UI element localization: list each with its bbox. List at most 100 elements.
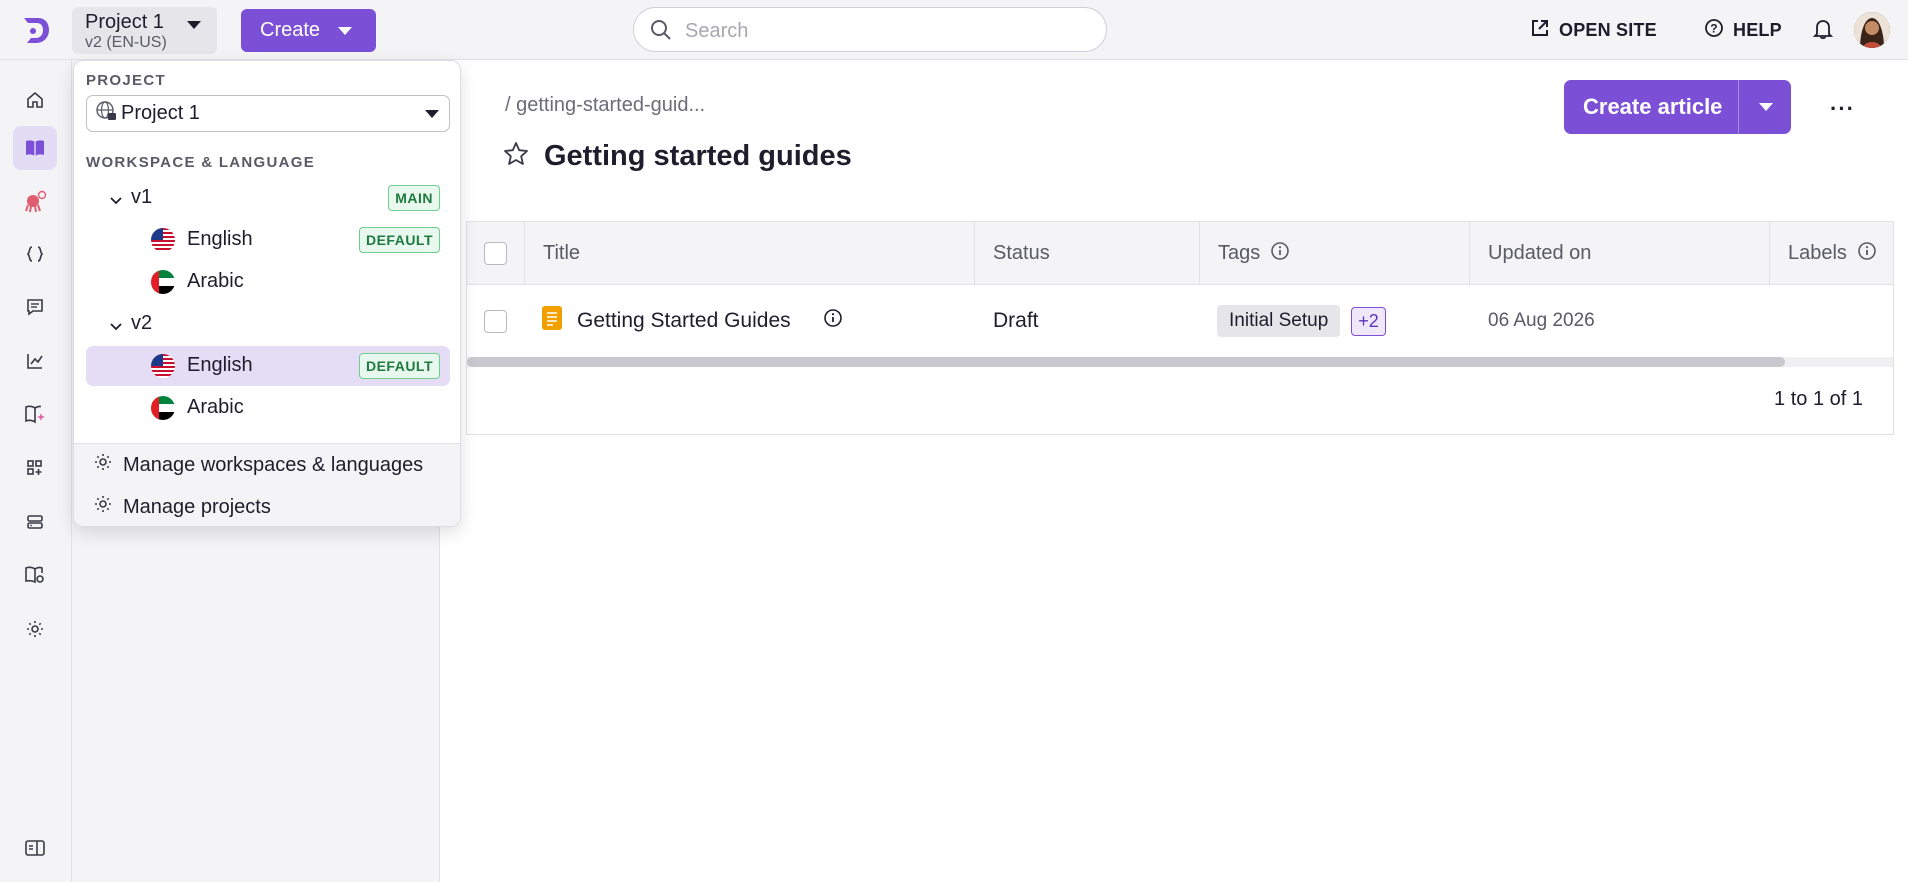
- project-select[interactable]: Project 1: [86, 95, 450, 132]
- app-logo-icon[interactable]: [18, 14, 52, 46]
- language-label: English: [187, 354, 253, 376]
- manage-workspaces-label: Manage workspaces & languages: [123, 453, 424, 476]
- chevron-down-icon[interactable]: [109, 193, 123, 211]
- row-updated-date: 06 Aug 2026: [1488, 310, 1595, 331]
- collapse-sidebar-icon[interactable]: [13, 826, 57, 870]
- gear-icon: [93, 452, 113, 478]
- row-tags-cell: Initial Setup +2: [1217, 285, 1386, 357]
- caret-down-icon: [187, 21, 201, 29]
- row-title-cell[interactable]: Getting Started Guides: [541, 285, 843, 357]
- language-label: Arabic: [187, 270, 244, 292]
- external-link-icon: [1530, 18, 1550, 43]
- notification-bell-icon[interactable]: [1812, 18, 1834, 45]
- us-flag-icon: [151, 228, 175, 252]
- language-label: English: [187, 228, 253, 250]
- ai-book-icon[interactable]: [13, 392, 57, 436]
- octopus-ai-icon[interactable]: [13, 180, 57, 224]
- help-icon: ?: [1704, 18, 1724, 43]
- api-braces-icon[interactable]: [13, 232, 57, 276]
- page-title: Getting started guides: [544, 140, 852, 172]
- create-article-label: Create article: [1583, 94, 1723, 119]
- globe-lock-icon: [95, 100, 117, 128]
- select-all-checkbox[interactable]: [484, 242, 507, 265]
- star-icon[interactable]: [502, 140, 530, 173]
- workspace-label: v1: [131, 186, 153, 208]
- svg-text:?: ?: [1710, 22, 1718, 36]
- caret-down-icon[interactable]: [1759, 103, 1773, 111]
- project-select-value: Project 1: [121, 102, 200, 124]
- project-workspace-dropdown: PROJECT Project 1 WORKSPACE & LANGUAGE v…: [73, 60, 461, 527]
- more-options-icon[interactable]: ···: [1830, 96, 1855, 122]
- column-header-title[interactable]: Title: [525, 222, 975, 285]
- gear-icon: [93, 494, 113, 520]
- horizontal-scrollbar[interactable]: [467, 357, 1893, 367]
- more-tags-chip[interactable]: +2: [1351, 306, 1386, 336]
- manage-projects-button[interactable]: Manage projects: [93, 494, 271, 520]
- row-title[interactable]: Getting Started Guides: [577, 309, 791, 333]
- column-updated-label: Updated on: [1488, 242, 1592, 264]
- column-labels-label: Labels: [1788, 242, 1847, 264]
- help-link[interactable]: ? HELP: [1704, 18, 1782, 43]
- create-button-label: Create: [260, 19, 321, 41]
- language-item-v1-arabic[interactable]: Arabic: [86, 262, 450, 302]
- language-item-v2-english[interactable]: English DEFAULT: [86, 346, 450, 386]
- project-switcher[interactable]: Project 1 v2 (EN-US): [72, 7, 217, 54]
- search-input[interactable]: Search: [633, 7, 1107, 52]
- workspace-label: v2: [131, 312, 153, 334]
- feedback-chat-icon[interactable]: [13, 285, 57, 329]
- info-icon[interactable]: [823, 308, 843, 334]
- uae-flag-icon: [151, 396, 175, 420]
- manage-workspaces-button[interactable]: Manage workspaces & languages: [93, 452, 423, 478]
- settings-gear-icon[interactable]: [13, 607, 57, 651]
- caret-down-icon: [425, 110, 439, 118]
- uae-flag-icon: [151, 270, 175, 294]
- language-item-v1-english[interactable]: English DEFAULT: [86, 220, 450, 260]
- column-header-updated[interactable]: Updated on: [1470, 222, 1770, 285]
- row-checkbox[interactable]: [484, 309, 507, 333]
- workspace-item-v1[interactable]: v1 MAIN: [86, 178, 450, 218]
- column-header-status[interactable]: Status: [975, 222, 1200, 285]
- scrollbar-thumb[interactable]: [467, 357, 1785, 367]
- home-icon[interactable]: [13, 78, 57, 122]
- chevron-down-icon[interactable]: [109, 319, 123, 337]
- pagination-summary: 1 to 1 of 1: [1774, 388, 1863, 410]
- info-icon[interactable]: [1857, 241, 1877, 267]
- workspace-item-v2[interactable]: v2: [86, 304, 450, 344]
- info-icon[interactable]: [1270, 241, 1290, 267]
- main-content: / getting-started-guid... Getting starte…: [440, 60, 1908, 882]
- table-row[interactable]: Getting Started Guides Draft Initial Set…: [467, 285, 1893, 357]
- search-icon: [650, 19, 672, 46]
- top-bar: Project 1 v2 (EN-US) Create Search OPEN …: [0, 0, 1908, 60]
- default-badge: DEFAULT: [358, 353, 440, 379]
- user-avatar[interactable]: [1854, 12, 1890, 48]
- open-site-link[interactable]: OPEN SITE: [1530, 18, 1657, 43]
- language-label: Arabic: [187, 396, 244, 418]
- column-status-label: Status: [993, 242, 1050, 264]
- create-article-button[interactable]: Create article: [1564, 80, 1791, 134]
- book-settings-icon[interactable]: [13, 553, 57, 597]
- caret-down-icon: [338, 27, 352, 35]
- column-tags-label: Tags: [1218, 242, 1261, 264]
- column-header-labels[interactable]: Labels: [1770, 222, 1893, 285]
- draft-document-icon: [541, 305, 563, 337]
- server-storage-icon[interactable]: [13, 500, 57, 544]
- tag-chip[interactable]: Initial Setup: [1217, 305, 1341, 337]
- header-select-all: [467, 222, 525, 285]
- workspace-language-heading: WORKSPACE & LANGUAGE: [86, 154, 316, 171]
- default-badge: DEFAULT: [358, 227, 440, 253]
- articles-table: Title Status Tags Updated on Labels Gett…: [466, 221, 1894, 435]
- row-status: Draft: [993, 309, 1039, 332]
- create-button[interactable]: Create: [241, 9, 376, 52]
- knowledge-base-book-icon[interactable]: [13, 126, 57, 170]
- button-divider: [1738, 80, 1739, 134]
- project-heading: PROJECT: [86, 72, 166, 89]
- left-rail: [0, 60, 72, 882]
- apps-grid-icon[interactable]: [13, 446, 57, 490]
- column-header-tags[interactable]: Tags: [1200, 222, 1470, 285]
- us-flag-icon: [151, 354, 175, 378]
- breadcrumb[interactable]: / getting-started-guid...: [505, 94, 705, 117]
- language-item-v2-arabic[interactable]: Arabic: [86, 388, 450, 428]
- manage-projects-label: Manage projects: [123, 495, 271, 518]
- dropdown-footer: Manage workspaces & languages Manage pro…: [74, 443, 460, 526]
- analytics-chart-icon[interactable]: [13, 339, 57, 383]
